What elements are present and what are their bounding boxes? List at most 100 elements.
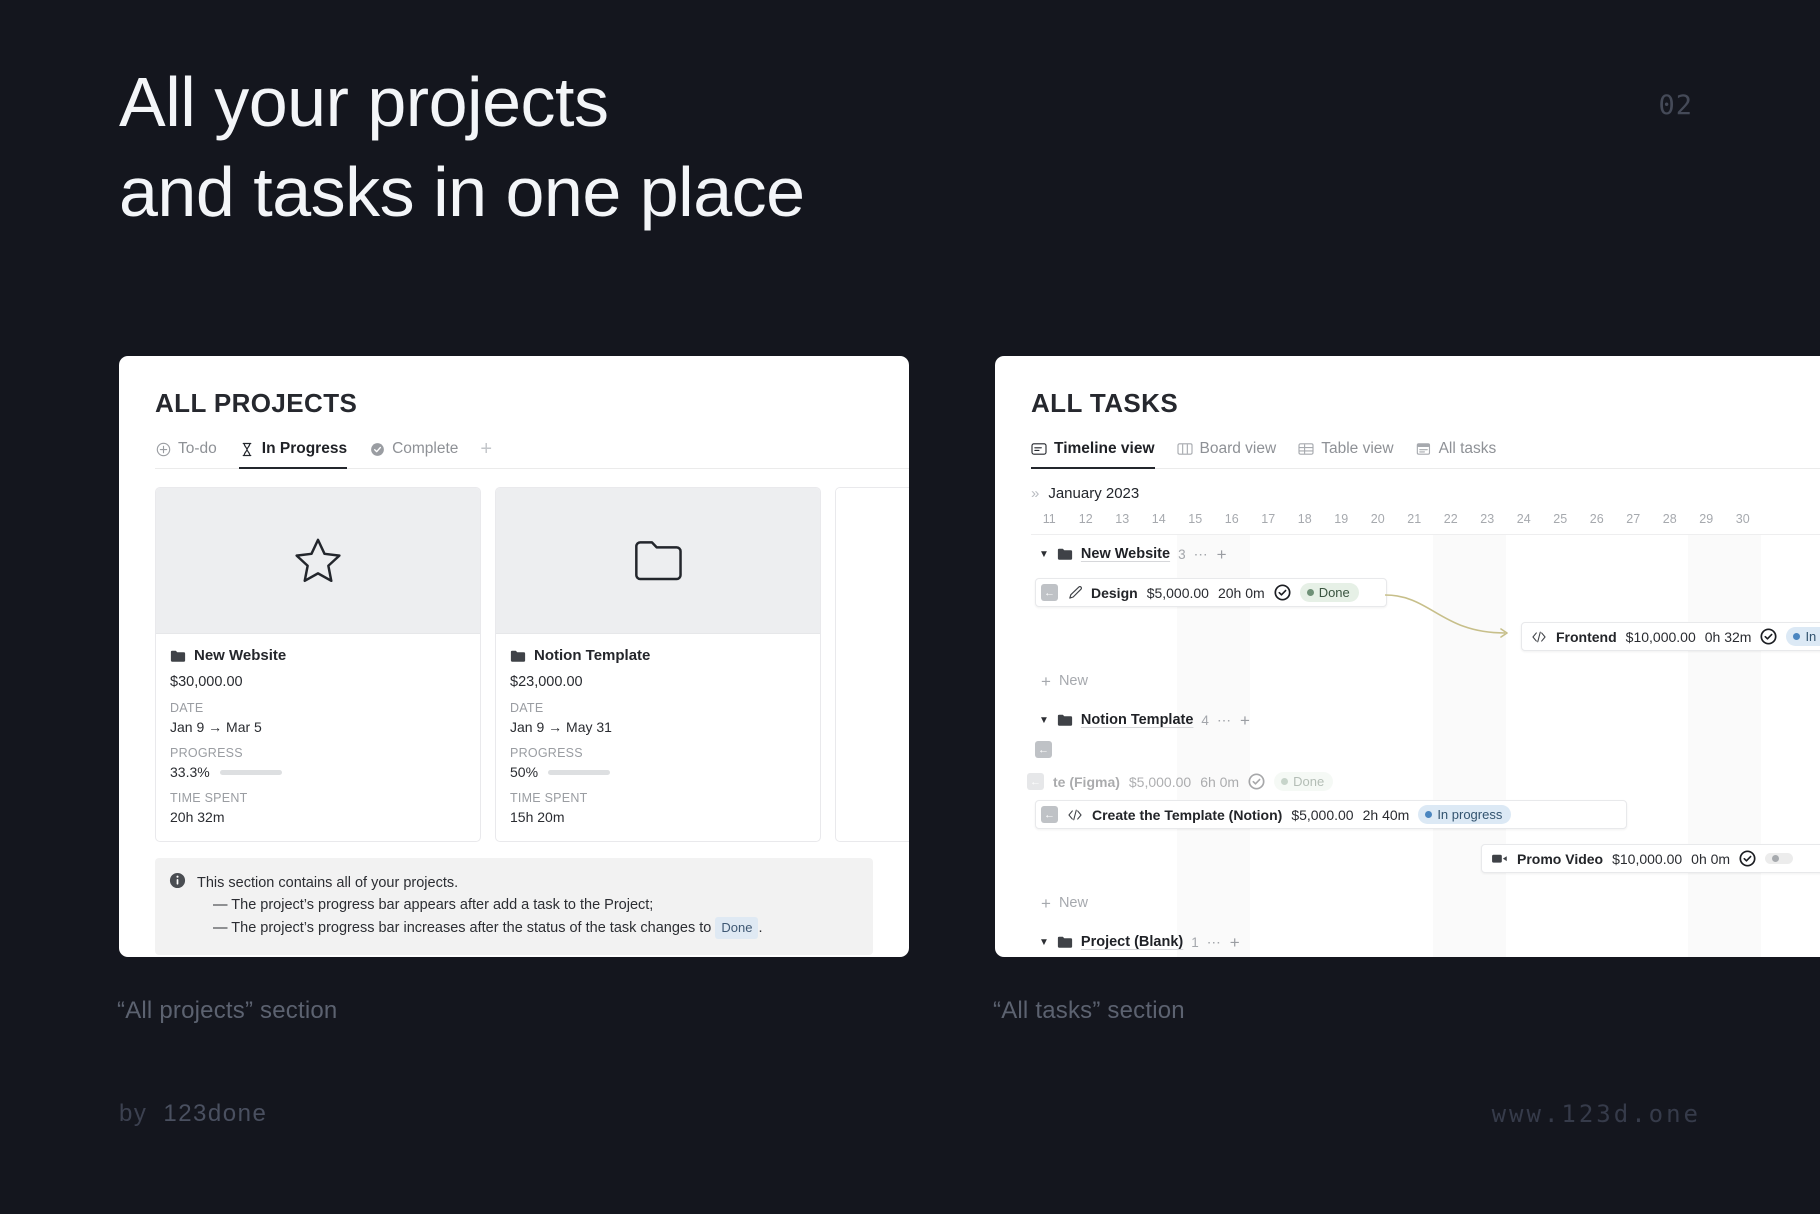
timeline-task-bar-faded[interactable]: ← te (Figma) $5,000.00 6h 0m Done — [1021, 767, 1401, 796]
tab-label: Table view — [1321, 440, 1394, 457]
project-card-list: New Website $30,000.00 DATE Jan 9 → Mar … — [155, 487, 909, 842]
timeline-task-bar[interactable]: ← Design $5,000.00 20h 0m Done — [1035, 578, 1387, 607]
add-new-task-row[interactable]: + New — [1031, 661, 1820, 701]
timeline-group-header[interactable]: ▼ Notion Template 4 ⋯ + — [1031, 701, 1820, 739]
brush-icon — [1069, 586, 1082, 599]
folder-icon — [1057, 714, 1073, 726]
project-card[interactable]: Notion Template $23,000.00 DATE Jan 9 → … — [495, 487, 821, 842]
tab-board-view[interactable]: Board view — [1176, 440, 1276, 469]
day-tick: 29 — [1699, 512, 1714, 526]
timeline-group-header[interactable]: ▼ New Website 3 ⋯ + — [1031, 535, 1820, 573]
tasks-tab-bar: Timeline view Board view Table view All … — [1031, 439, 1820, 469]
task-title: Design — [1091, 584, 1138, 601]
resize-handle-icon[interactable]: ← — [1041, 584, 1058, 601]
status-badge[interactable]: In progress — [1786, 627, 1820, 646]
callout-line-3-text: — The project’s progress bar increases a… — [213, 919, 712, 936]
day-tick: 26 — [1589, 512, 1604, 526]
project-price: $23,000.00 — [510, 674, 583, 690]
tab-label: To-do — [178, 440, 217, 457]
check-circle-icon[interactable] — [1274, 584, 1291, 601]
project-thumbnail — [156, 488, 480, 634]
new-row-label: New — [1058, 895, 1088, 911]
timeline-body: ▼ New Website 3 ⋯ + ← Design $5,000.00 2… — [1027, 535, 1820, 957]
page-number: 02 — [1658, 90, 1693, 121]
check-circle-icon — [369, 441, 385, 457]
projects-tab-bar: To-do In Progress Complete + — [155, 439, 909, 469]
timeline-icon — [1031, 441, 1047, 457]
task-price: $10,000.00 — [1612, 850, 1683, 867]
star-icon — [295, 538, 341, 582]
timeline-task-bar[interactable]: Frontend $10,000.00 0h 32m In progress — [1521, 622, 1820, 651]
resize-handle-icon[interactable]: ← — [1035, 741, 1052, 758]
day-tick: 16 — [1224, 512, 1239, 526]
group-count: 3 — [1178, 546, 1186, 562]
status-label: Done — [1293, 774, 1325, 789]
more-options-icon[interactable]: ⋯ — [1217, 712, 1232, 729]
day-tick: 12 — [1078, 512, 1093, 526]
tab-all-tasks[interactable]: All tasks — [1416, 440, 1496, 469]
tab-to-do[interactable]: To-do — [155, 440, 217, 469]
add-tab-button[interactable]: + — [480, 439, 492, 468]
time-spent-value: 20h 32m — [170, 809, 225, 825]
tab-label: Complete — [392, 440, 459, 457]
callout-line-1: This section contains all of your projec… — [197, 875, 459, 891]
status-badge[interactable]: In progress — [1418, 805, 1512, 824]
check-circle-icon[interactable] — [1760, 628, 1777, 645]
date-value: Jan 9 → Mar 5 — [170, 719, 262, 735]
progress-percent: 33.3% — [170, 764, 210, 780]
resize-handle-icon[interactable]: ← — [1041, 806, 1058, 823]
all-projects-panel: ALL PROJECTS To-do In Progress Complete … — [119, 356, 909, 957]
folder-icon — [1057, 548, 1073, 560]
task-price: $5,000.00 — [1128, 773, 1192, 790]
chevron-down-icon[interactable]: ▼ — [1039, 549, 1049, 560]
project-name: Notion Template — [534, 647, 651, 664]
tab-timeline-view[interactable]: Timeline view — [1031, 440, 1155, 469]
timeline-group-header[interactable]: ▼ Project (Blank) 1 ⋯ + — [1031, 923, 1820, 957]
add-task-icon[interactable]: + — [1217, 546, 1227, 563]
task-title: te (Figma) — [1053, 773, 1120, 790]
timeline-month-label: January 2023 — [1048, 485, 1140, 502]
day-tick: 25 — [1553, 512, 1568, 526]
project-card-partial[interactable] — [835, 487, 909, 842]
add-task-icon[interactable]: + — [1240, 712, 1250, 729]
tab-complete[interactable]: Complete — [369, 440, 458, 469]
project-thumbnail — [836, 488, 909, 634]
status-badge[interactable] — [1765, 853, 1794, 864]
status-badge[interactable]: Done — [1274, 772, 1334, 791]
chevron-down-icon[interactable]: ▼ — [1039, 715, 1049, 726]
day-tick: 30 — [1735, 512, 1750, 526]
tab-in-progress[interactable]: In Progress — [238, 440, 348, 469]
check-circle-icon[interactable] — [1248, 773, 1265, 790]
task-time: 20h 0m — [1217, 584, 1265, 601]
day-tick: 28 — [1662, 512, 1677, 526]
more-options-icon[interactable]: ⋯ — [1207, 934, 1222, 951]
info-callout: This section contains all of your projec… — [155, 858, 873, 956]
folder-icon — [1057, 936, 1073, 948]
group-count: 1 — [1191, 934, 1199, 950]
status-badge[interactable]: Done — [1299, 583, 1359, 602]
day-tick: 22 — [1443, 512, 1458, 526]
progress-row: 33.3% — [170, 764, 466, 780]
date-label: DATE — [510, 701, 544, 715]
date-value: Jan 9 → May 31 — [510, 719, 612, 735]
chevron-down-icon[interactable]: ▼ — [1039, 937, 1049, 948]
all-tasks-title: ALL TASKS — [1031, 388, 1179, 418]
group-name: New Website — [1080, 546, 1171, 562]
progress-percent: 50% — [510, 764, 539, 780]
day-tick: 24 — [1516, 512, 1531, 526]
double-chevron-right-icon[interactable]: » — [1031, 485, 1039, 502]
progress-label: PROGRESS — [170, 746, 243, 760]
more-options-icon[interactable]: ⋯ — [1194, 546, 1209, 563]
timeline-task-bar[interactable]: ← Create the Template (Notion) $5,000.00… — [1035, 800, 1627, 829]
timeline-task-bar[interactable]: Promo Video $10,000.00 0h 0m — [1481, 844, 1820, 873]
tab-table-view[interactable]: Table view — [1298, 440, 1394, 469]
day-tick: 15 — [1188, 512, 1203, 526]
project-thumbnail — [496, 488, 820, 634]
project-card[interactable]: New Website $30,000.00 DATE Jan 9 → Mar … — [155, 487, 481, 842]
add-task-icon[interactable]: + — [1230, 934, 1240, 951]
check-circle-icon[interactable] — [1739, 850, 1756, 867]
resize-handle-icon[interactable]: ← — [1027, 773, 1044, 790]
add-new-task-row[interactable]: + New — [1031, 883, 1820, 923]
caption-left: “All projects” section — [117, 997, 338, 1024]
status-chip-done: Done — [715, 916, 759, 940]
